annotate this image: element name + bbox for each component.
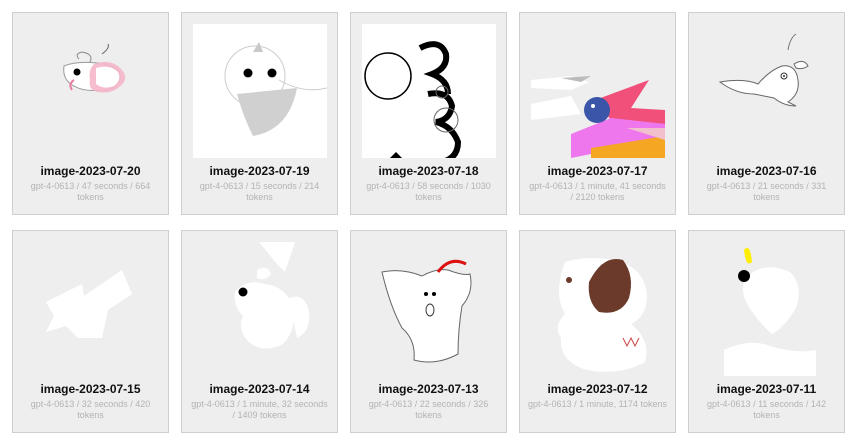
- thumbnail-image: [362, 24, 496, 158]
- image-meta: gpt-4-0613 / 1 minute, 1174 tokens: [528, 399, 667, 409]
- image-title: image-2023-07-11: [716, 382, 817, 396]
- thumbnail-image: [700, 24, 834, 158]
- gallery-card[interactable]: image-2023-07-18 gpt-4-0613 / 58 seconds…: [350, 12, 507, 215]
- image-title: image-2023-07-17: [547, 164, 648, 178]
- image-title: image-2023-07-14: [209, 382, 310, 396]
- image-meta: gpt-4-0613 / 1 minute, 32 seconds / 1409…: [191, 399, 328, 420]
- thumbnail-image: [24, 242, 158, 376]
- gallery-card[interactable]: image-2023-07-14 gpt-4-0613 / 1 minute, …: [181, 230, 338, 433]
- thumbnail-image: [362, 242, 496, 376]
- thumbnail-image: [700, 242, 834, 376]
- image-meta: gpt-4-0613 / 21 seconds / 331 tokens: [706, 181, 827, 202]
- image-meta: gpt-4-0613 / 58 seconds / 1030 tokens: [366, 181, 491, 202]
- image-title: image-2023-07-16: [716, 164, 817, 178]
- gallery-card[interactable]: image-2023-07-20 gpt-4-0613 / 47 seconds…: [12, 12, 169, 215]
- gallery-card[interactable]: image-2023-07-16 gpt-4-0613 / 21 seconds…: [688, 12, 845, 215]
- image-title: image-2023-07-15: [40, 382, 141, 396]
- image-meta: gpt-4-0613 / 32 seconds / 420 tokens: [30, 399, 151, 420]
- gallery-card[interactable]: image-2023-07-15 gpt-4-0613 / 32 seconds…: [12, 230, 169, 433]
- gallery-card[interactable]: image-2023-07-19 gpt-4-0613 / 15 seconds…: [181, 12, 338, 215]
- image-meta: gpt-4-0613 / 22 seconds / 326 tokens: [368, 399, 489, 420]
- image-meta: gpt-4-0613 / 11 seconds / 142 tokens: [707, 399, 826, 420]
- image-meta: gpt-4-0613 / 47 seconds / 664 tokens: [30, 181, 151, 202]
- image-gallery: image-2023-07-20 gpt-4-0613 / 47 seconds…: [0, 0, 865, 442]
- gallery-card[interactable]: image-2023-07-11 gpt-4-0613 / 11 seconds…: [688, 230, 845, 433]
- thumbnail-image: [531, 242, 665, 376]
- image-title: image-2023-07-12: [547, 382, 648, 396]
- image-title: image-2023-07-18: [378, 164, 479, 178]
- image-title: image-2023-07-13: [378, 382, 479, 396]
- thumbnail-image: [193, 242, 327, 376]
- gallery-card[interactable]: image-2023-07-12 gpt-4-0613 / 1 minute, …: [519, 230, 676, 433]
- thumbnail-image: [531, 24, 665, 158]
- image-meta: gpt-4-0613 / 1 minute, 41 seconds / 2120…: [529, 181, 666, 202]
- image-meta: gpt-4-0613 / 15 seconds / 214 tokens: [199, 181, 320, 202]
- image-title: image-2023-07-19: [209, 164, 310, 178]
- gallery-card[interactable]: image-2023-07-13 gpt-4-0613 / 22 seconds…: [350, 230, 507, 433]
- image-title: image-2023-07-20: [40, 164, 141, 178]
- gallery-card[interactable]: image-2023-07-17 gpt-4-0613 / 1 minute, …: [519, 12, 676, 215]
- thumbnail-image: [24, 24, 158, 158]
- thumbnail-image: [193, 24, 327, 158]
